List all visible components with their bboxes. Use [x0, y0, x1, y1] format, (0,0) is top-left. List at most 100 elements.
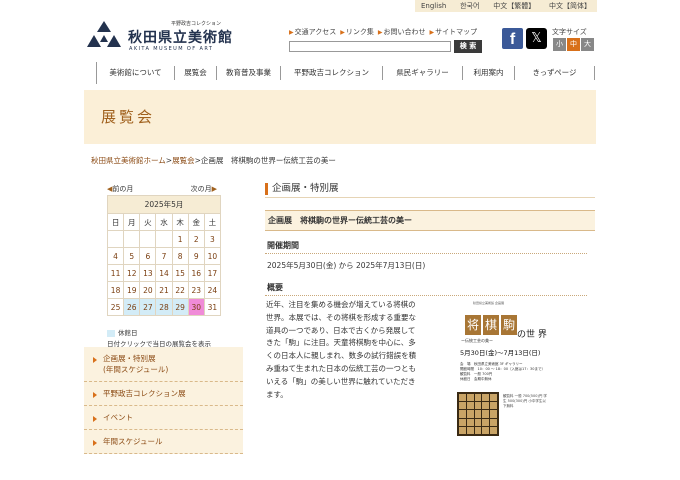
calendar-day[interactable]: 7: [155, 247, 173, 265]
calendar-day[interactable]: 12: [123, 264, 141, 282]
calendar-legend: 休館日: [107, 327, 138, 337]
font-size-large-button[interactable]: 大: [581, 38, 594, 51]
lang-korean[interactable]: 한국어: [460, 1, 479, 11]
shogi-piece: [482, 426, 490, 434]
lang-traditional-chinese[interactable]: 中文【繁體】: [493, 1, 535, 11]
calendar-day[interactable]: 21: [155, 281, 173, 299]
side-menu-item[interactable]: 企画展・特別展 (年間スケジュール): [84, 347, 243, 382]
shogi-piece: [482, 418, 490, 426]
shogi-piece: [466, 394, 474, 402]
side-menu-item[interactable]: イベント: [84, 406, 243, 430]
util-link-links[interactable]: ▶リンク集: [340, 27, 374, 37]
logo-english: AKITA MUSEUM OF ART: [129, 46, 214, 52]
period-heading: 開催期間: [265, 240, 587, 254]
calendar-day[interactable]: 17: [203, 264, 222, 282]
calendar-day[interactable]: 24: [203, 281, 222, 299]
calendar-day[interactable]: 9: [187, 247, 205, 265]
breadcrumb-home[interactable]: 秋田県立美術館ホーム: [91, 156, 166, 165]
breadcrumb-section[interactable]: 展覧会: [172, 156, 195, 165]
calendar-day[interactable]: 8: [171, 247, 189, 265]
exhibit-poster[interactable]: 秋田県立美術館 企画展 将 棋 駒 の世 界 ー伝統工芸の美ー 5月30日(金)…: [453, 300, 551, 440]
shogi-piece: [466, 426, 474, 434]
poster-subtitle: ー伝統工芸の美ー: [461, 338, 493, 343]
nav-education[interactable]: 教育普及事業: [217, 66, 281, 80]
shogi-piece: [459, 394, 466, 402]
nav-guide[interactable]: 利用案内: [463, 66, 515, 80]
calendar-day[interactable]: 6: [139, 247, 157, 265]
site-logo[interactable]: 平野政吉コレクション 秋田県立美術館 AKITA MUSEUM OF ART: [84, 20, 244, 54]
calendar-day[interactable]: 1: [171, 230, 189, 248]
side-menu-label: イベント: [103, 413, 133, 422]
calendar-day[interactable]: 28: [155, 298, 173, 316]
side-menu-item[interactable]: 年間スケジュール: [84, 430, 243, 454]
calendar-day[interactable]: 15: [171, 264, 189, 282]
logo-name: 秋田県立美術館: [128, 30, 233, 46]
calendar-day[interactable]: 14: [155, 264, 173, 282]
side-menu-label: 企画展・特別展: [103, 354, 156, 363]
shogi-piece: [490, 402, 497, 410]
font-size-small-button[interactable]: 小: [553, 38, 566, 51]
calendar-day[interactable]: 20: [139, 281, 157, 299]
nav-about[interactable]: 美術館について: [97, 66, 175, 80]
calendar-day[interactable]: 13: [139, 264, 157, 282]
calendar-day[interactable]: 23: [187, 281, 205, 299]
shogi-piece: [459, 426, 466, 434]
calendar-empty: [139, 230, 157, 248]
nav-exhibitions[interactable]: 展覧会: [175, 66, 217, 80]
weekday-label: 土: [203, 213, 222, 231]
font-size-label: 文字サイズ: [552, 28, 587, 36]
calendar-day[interactable]: 19: [123, 281, 141, 299]
weekday-label: 月: [123, 213, 141, 231]
poster-header: 秋田県立美術館 企画展: [473, 301, 504, 305]
closed-day-swatch: [107, 329, 115, 337]
next-month-link[interactable]: 次の月▶: [191, 184, 217, 194]
calendar-day[interactable]: 11: [106, 264, 125, 282]
weekday-label: 木: [171, 213, 189, 231]
calendar-day[interactable]: 27: [139, 298, 157, 316]
lang-english[interactable]: English: [421, 2, 446, 10]
util-link-access[interactable]: ▶交通アクセス: [289, 27, 336, 37]
lang-simplified-chinese[interactable]: 中文【简体】: [549, 1, 591, 11]
prev-month-link[interactable]: ◀前の月: [107, 184, 133, 194]
shogi-piece: [459, 410, 466, 418]
calendar-day[interactable]: 10: [203, 247, 222, 265]
nav-kids[interactable]: きっずページ: [515, 66, 595, 80]
util-link-sitemap[interactable]: ▶サイトマップ: [430, 27, 478, 37]
util-link-contact[interactable]: ▶お問い合わせ: [378, 27, 426, 37]
calendar-day[interactable]: 2: [187, 230, 205, 248]
calendar-day[interactable]: 30: [187, 298, 205, 316]
shogi-piece: [490, 410, 497, 418]
calendar-day[interactable]: 25: [106, 298, 125, 316]
calendar-day[interactable]: 18: [106, 281, 125, 299]
side-menu-item[interactable]: 平野政吉コレクション展: [84, 382, 243, 406]
calendar-day[interactable]: 4: [106, 247, 125, 265]
calendar-day[interactable]: 26: [123, 298, 141, 316]
shogi-piece: [466, 410, 474, 418]
shogi-piece: [474, 410, 482, 418]
triangle-right-icon: ▶: [211, 185, 217, 193]
side-menu: 企画展・特別展 (年間スケジュール) 平野政吉コレクション展イベント年間スケジュール: [84, 347, 243, 454]
calendar-day[interactable]: 29: [171, 298, 189, 316]
calendar-day[interactable]: 16: [187, 264, 205, 282]
search-button[interactable]: 検 索: [454, 40, 482, 53]
arrow-right-icon: ▶: [377, 29, 383, 36]
font-size-medium-button[interactable]: 中: [567, 38, 580, 51]
poster-char: 駒: [501, 315, 517, 335]
nav-hirano-collection[interactable]: 平野政吉コレクション: [281, 66, 383, 80]
search-input[interactable]: [289, 41, 451, 52]
facebook-icon[interactable]: f: [502, 28, 523, 49]
logo-subtitle: 平野政吉コレクション: [170, 21, 221, 27]
breadcrumb-current: 企画展 将棋駒の世界ー伝統工芸の美ー: [200, 156, 336, 165]
exhibit-title: 企画展 将棋駒の世界ー伝統工芸の美ー: [265, 210, 595, 231]
x-icon[interactable]: 𝕏: [526, 28, 547, 49]
calendar-day[interactable]: 3: [203, 230, 222, 248]
calendar-day[interactable]: 31: [203, 298, 222, 316]
calendar-month: 2025年5月: [107, 195, 221, 214]
calendar-day[interactable]: 5: [123, 247, 141, 265]
triangle-logo-icon: [87, 21, 121, 47]
nav-gallery[interactable]: 県民ギャラリー: [383, 66, 463, 80]
page-banner: 展覧会: [84, 90, 596, 144]
shogi-piece: [459, 402, 466, 410]
calendar-day[interactable]: 22: [171, 281, 189, 299]
shogi-piece: [490, 418, 497, 426]
